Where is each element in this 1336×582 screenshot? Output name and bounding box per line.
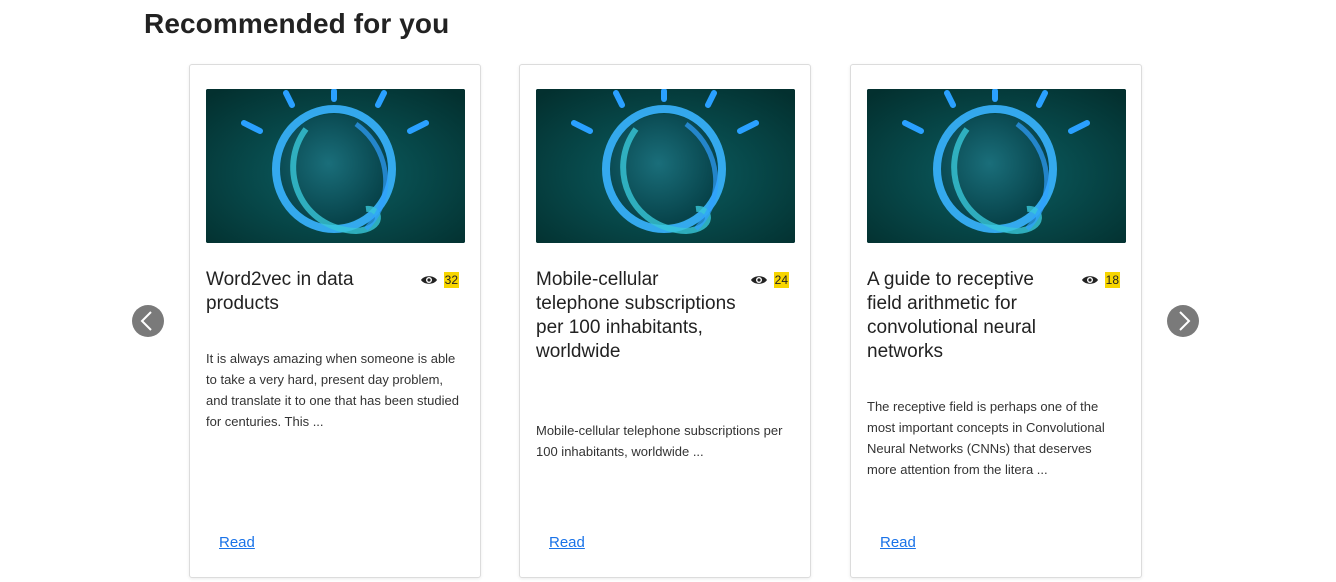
eye-icon xyxy=(750,276,767,284)
recommended-section: Recommended for you Word2vec in data pro… xyxy=(0,0,1336,582)
article-thumbnail xyxy=(867,89,1126,243)
read-link[interactable]: Read xyxy=(549,534,585,551)
carousel-next-button[interactable] xyxy=(1167,305,1199,337)
eye-icon xyxy=(420,276,437,284)
article-thumbnail xyxy=(206,89,465,243)
article-description: The receptive field is perhaps one of th… xyxy=(867,399,1105,477)
article-title: A guide to receptive field arithmetic fo… xyxy=(867,269,1037,362)
article-card: A guide to receptive field arithmetic fo… xyxy=(850,64,1142,578)
watson-logo-image xyxy=(206,89,465,243)
article-title: Mobile-cellular telephone subscriptions … xyxy=(536,269,736,362)
view-count-badge: 32 xyxy=(420,272,459,288)
article-thumbnail xyxy=(536,89,795,243)
article-title: Word2vec in data products xyxy=(206,269,354,314)
view-count: 24 xyxy=(773,272,789,288)
chevron-left-icon xyxy=(140,311,152,331)
article-description: It is always amazing when someone is abl… xyxy=(206,351,459,429)
article-description: Mobile-cellular telephone subscriptions … xyxy=(536,423,783,459)
eye-icon xyxy=(1081,276,1098,284)
read-link[interactable]: Read xyxy=(219,534,255,551)
view-count: 18 xyxy=(1104,272,1120,288)
section-title: Recommended for you xyxy=(144,8,450,39)
article-card: Word2vec in data products 32 It is alway… xyxy=(189,64,481,578)
carousel-prev-button[interactable] xyxy=(132,305,164,337)
article-card: Mobile-cellular telephone subscriptions … xyxy=(519,64,811,578)
read-link[interactable]: Read xyxy=(880,534,916,551)
view-count-badge: 18 xyxy=(1081,272,1120,288)
watson-logo-image xyxy=(867,89,1126,243)
view-count: 32 xyxy=(443,272,459,288)
chevron-right-icon xyxy=(1179,311,1191,331)
watson-logo-image xyxy=(536,89,795,243)
view-count-badge: 24 xyxy=(750,272,789,288)
